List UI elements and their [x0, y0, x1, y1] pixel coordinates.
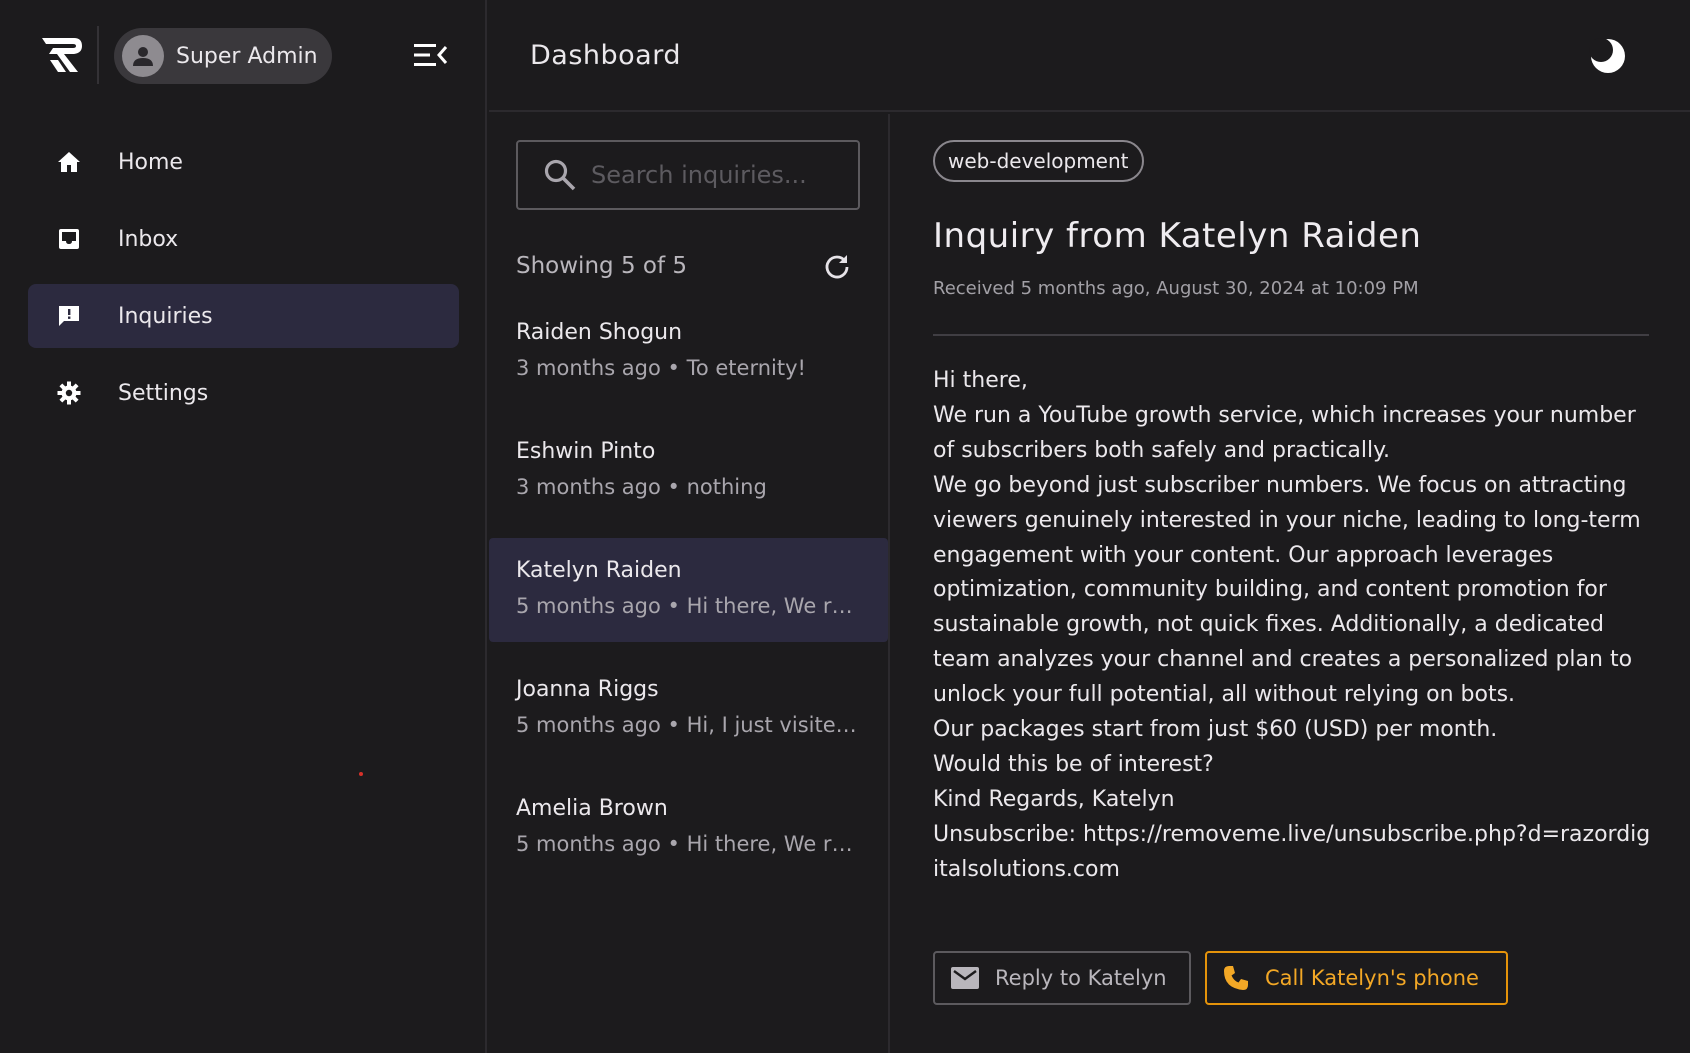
user-name: Super Admin	[176, 43, 318, 69]
reply-button-label: Reply to Katelyn	[995, 966, 1167, 990]
message-body: Hi there, We run a YouTube growth servic…	[933, 364, 1653, 888]
nav-item-home[interactable]: Home	[28, 130, 459, 194]
top-bar: Dashboard	[489, 0, 1690, 112]
menu-collapse-button[interactable]	[412, 36, 450, 74]
list-item[interactable]: Eshwin Pinto 3 months ago • nothing	[489, 419, 888, 523]
brand-row: Super Admin	[0, 0, 485, 112]
list-item[interactable]: Katelyn Raiden 5 months ago • Hi there, …	[489, 538, 888, 642]
received-timestamp: Received 5 months ago, August 30, 2024 a…	[933, 278, 1419, 299]
nav-item-label: Inquiries	[118, 303, 213, 329]
user-chip[interactable]: Super Admin	[114, 28, 332, 84]
message-line: Our packages start from just $60 (USD) p…	[933, 717, 1498, 743]
gear-icon	[55, 379, 83, 407]
inquiry-sender: Joanna Riggs	[516, 677, 659, 702]
category-tag: web-development	[933, 140, 1144, 182]
nav-item-label: Inbox	[118, 226, 179, 252]
list-item[interactable]: Joanna Riggs 5 months ago • Hi, I just v…	[489, 657, 888, 761]
message-line: Unsubscribe: https://removeme.live/unsub…	[933, 821, 1651, 882]
logo-divider	[97, 26, 99, 84]
action-buttons: Reply to Katelyn Call Katelyn's phone	[933, 951, 1508, 1005]
page-title: Dashboard	[530, 40, 681, 71]
person-icon	[133, 47, 153, 66]
inquiry-preview: 5 months ago • Hi, I just visited your w…	[516, 713, 861, 737]
inquiry-sender: Amelia Brown	[516, 796, 668, 821]
inquiry-preview: 5 months ago • Hi there, We run a YouTub…	[516, 594, 861, 618]
nav-item-inbox[interactable]: Inbox	[28, 207, 459, 271]
home-icon	[55, 148, 83, 176]
inquiry-preview: 3 months ago • To eternity!	[516, 356, 806, 380]
mail-icon	[951, 967, 979, 989]
logo-icon[interactable]	[40, 32, 84, 76]
inquiry-list-pane: Showing 5 of 5 Raiden Shogun 3 months ag…	[489, 114, 890, 1053]
message-line: Kind Regards, Katelyn	[933, 786, 1175, 812]
avatar	[122, 35, 164, 77]
inquiry-sender: Raiden Shogun	[516, 320, 683, 345]
call-button-label: Call Katelyn's phone	[1265, 966, 1479, 990]
message-line: We run a YouTube growth service, which i…	[933, 402, 1636, 463]
inquiry-sender: Eshwin Pinto	[516, 439, 656, 464]
inquiry-detail: web-development Inquiry from Katelyn Rai…	[891, 114, 1690, 1053]
inquiry-sender: Katelyn Raiden	[516, 558, 682, 583]
phone-icon	[1224, 966, 1248, 990]
search-icon	[544, 159, 576, 191]
theme-toggle-button[interactable]	[1588, 36, 1628, 76]
main-nav: Home Inbox Inquiries Settings	[28, 130, 459, 438]
inquiry-title: Inquiry from Katelyn Raiden	[933, 216, 1422, 256]
refresh-button[interactable]	[823, 252, 851, 280]
call-button[interactable]: Call Katelyn's phone	[1205, 951, 1508, 1005]
inquiry-preview: 5 months ago • Hi there, We run a YouTub…	[516, 832, 861, 856]
message-line: Would this be of interest?	[933, 751, 1214, 777]
menu-open-icon	[414, 44, 448, 66]
search-box[interactable]	[516, 140, 860, 210]
sidebar: Super Admin Home Inbox Inquiries Setting…	[0, 0, 487, 1053]
refresh-icon	[825, 255, 849, 279]
result-count: Showing 5 of 5	[516, 253, 687, 279]
indicator-dot	[359, 772, 363, 776]
feedback-icon	[55, 302, 83, 330]
search-input[interactable]	[591, 161, 841, 189]
inquiry-preview: 3 months ago • nothing	[516, 475, 767, 499]
nav-item-label: Settings	[118, 380, 209, 406]
message-line: Hi there,	[933, 368, 1028, 393]
nav-item-inquiries[interactable]: Inquiries	[28, 284, 459, 348]
list-item[interactable]: Raiden Shogun 3 months ago • To eternity…	[489, 300, 888, 404]
inquiry-list: Raiden Shogun 3 months ago • To eternity…	[489, 300, 888, 895]
nav-item-label: Home	[118, 149, 183, 175]
message-line: We go beyond just subscriber numbers. We…	[933, 472, 1641, 708]
list-item[interactable]: Amelia Brown 5 months ago • Hi there, We…	[489, 776, 888, 880]
divider	[933, 334, 1649, 336]
moon-icon	[1589, 38, 1625, 73]
inbox-icon	[55, 225, 83, 253]
nav-item-settings[interactable]: Settings	[28, 361, 459, 425]
reply-button[interactable]: Reply to Katelyn	[933, 951, 1191, 1005]
